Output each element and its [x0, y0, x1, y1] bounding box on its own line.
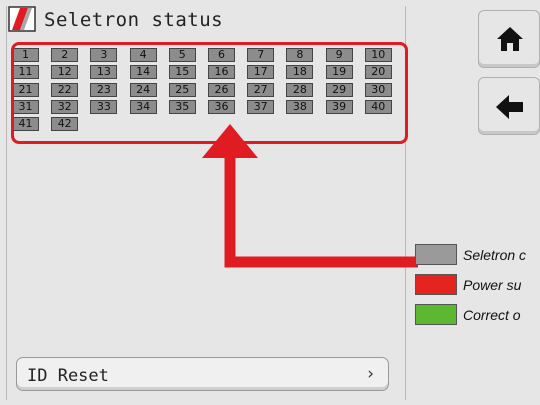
home-button[interactable]: [478, 10, 540, 68]
chevron-right-icon: ›: [367, 364, 374, 384]
page-title: Seletron status: [44, 9, 224, 31]
legend-label: Seletron c: [463, 247, 527, 263]
back-button[interactable]: [478, 77, 540, 135]
legend-swatch: [415, 274, 457, 295]
id-reset-label: ID Reset: [27, 366, 109, 386]
legend-item: Correct o: [411, 304, 540, 326]
legend-item: Power su: [411, 274, 540, 296]
brand-logo-icon: [8, 6, 36, 32]
legend-label: Correct o: [463, 307, 521, 323]
home-icon: [497, 27, 523, 51]
legend-swatch: [415, 304, 457, 325]
grid-highlight-frame: [11, 42, 408, 144]
legend-swatch: [415, 244, 457, 265]
id-reset-button[interactable]: ID Reset ›: [16, 357, 389, 391]
screen: Seletron status 1 2 3 4 5 6 7 8 9 10 11 12 13 14 15 16 1…: [0, 0, 540, 405]
legend-label: Power su: [463, 277, 522, 293]
legend-item: Seletron c: [411, 244, 540, 266]
arrow-left-icon: [496, 95, 523, 119]
